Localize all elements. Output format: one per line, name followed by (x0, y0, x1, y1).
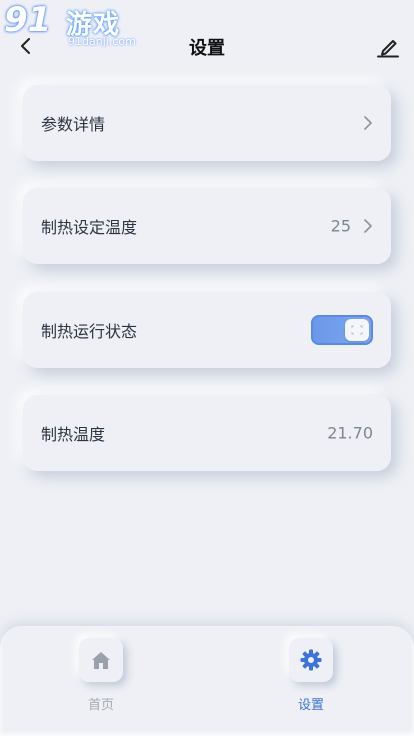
heating-set-temp-label: 制热设定温度 (41, 218, 138, 237)
param-details-row[interactable]: 参数详情 (23, 85, 391, 161)
nav-home-label: 首页 (87, 698, 114, 713)
heating-temp-label: 制热温度 (41, 425, 106, 444)
heating-temp-value: 21.70 (327, 423, 373, 443)
nav-settings[interactable]: 设置 (271, 638, 351, 728)
watermark-number: 91 (4, 0, 52, 40)
knob-grip-icon (351, 325, 363, 335)
bottom-nav: 首页 设置 (0, 626, 414, 736)
gear-icon (300, 649, 322, 671)
heating-run-status-row: 制热运行状态 (23, 292, 391, 368)
edit-icon[interactable] (376, 36, 400, 58)
heating-set-temp-row[interactable]: 制热设定温度 25 (23, 188, 391, 264)
heating-set-temp-value: 25 (330, 216, 351, 236)
nav-settings-label: 设置 (297, 698, 324, 713)
home-icon (92, 652, 110, 669)
heating-run-status-label: 制热运行状态 (41, 322, 138, 341)
toggle-knob (345, 319, 369, 341)
heating-run-toggle[interactable] (311, 315, 373, 345)
param-details-label: 参数详情 (41, 115, 106, 134)
chevron-right-icon (364, 116, 372, 130)
heating-temp-row: 制热温度 21.70 (23, 395, 391, 471)
chevron-right-icon (364, 219, 372, 233)
nav-home[interactable]: 首页 (61, 638, 141, 728)
home-button[interactable] (79, 638, 123, 682)
watermark-site: 91danji.com (68, 35, 136, 48)
settings-button[interactable] (289, 638, 333, 682)
watermark-logo: 91 游戏 91danji.com (2, 0, 142, 52)
